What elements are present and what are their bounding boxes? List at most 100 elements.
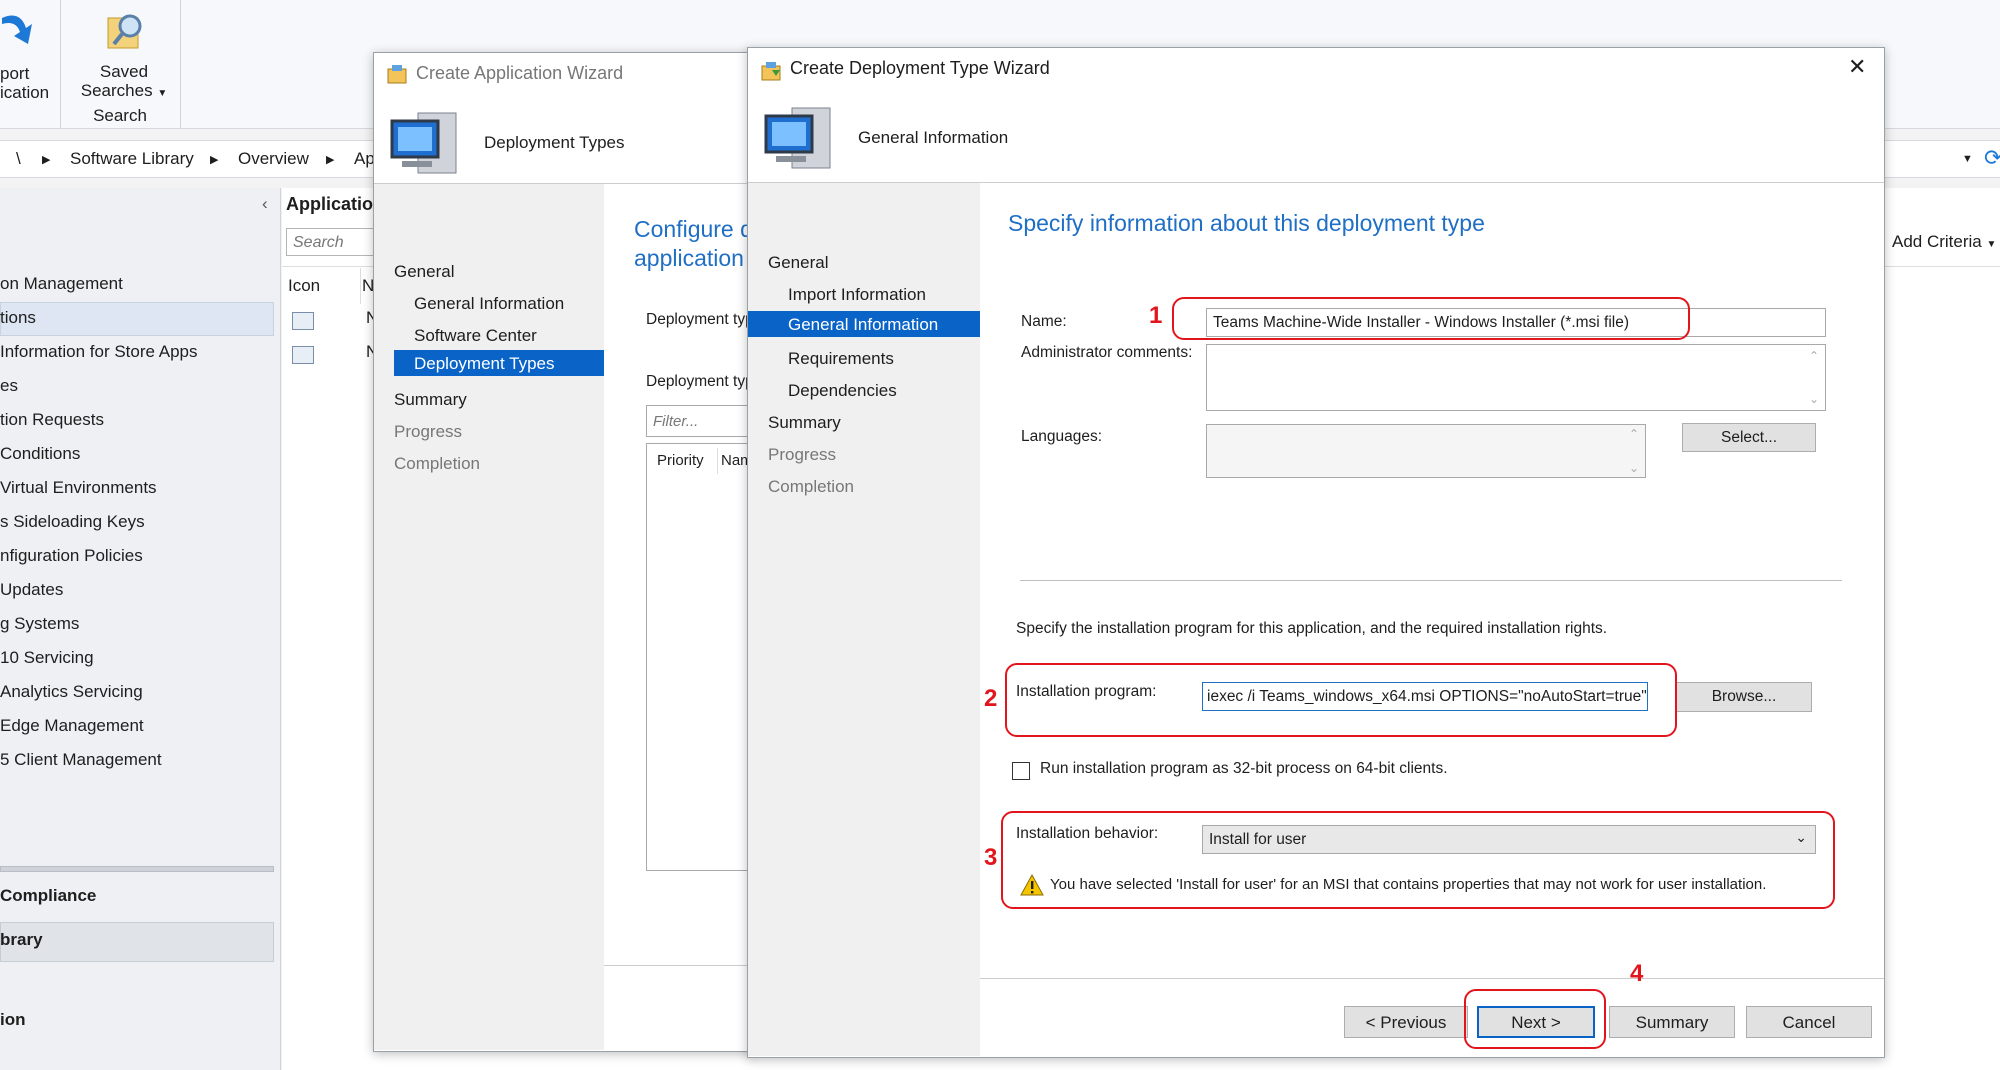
dt-wizard-steps: General Import Information General Infor… (748, 183, 980, 1056)
breadcrumb-overview[interactable]: Overview (238, 149, 309, 169)
summary-button[interactable]: Summary (1609, 1006, 1735, 1038)
import-arrow-icon (2, 15, 32, 44)
computer-monitor-icon (764, 107, 831, 169)
step-dependencies[interactable]: Dependencies (788, 381, 897, 401)
nav-item[interactable]: Updates (0, 580, 63, 600)
content-title-line-1: Configure d (634, 216, 753, 242)
languages-list[interactable]: ⌃ ⌄ (1206, 424, 1646, 478)
admin-comments-input[interactable]: ⌃ ⌄ (1206, 344, 1826, 411)
nav-item[interactable]: Edge Management (0, 716, 144, 736)
app-wizard-content-title: Configure d application (634, 215, 753, 273)
annotation-number-1: 1 (1149, 302, 1163, 329)
step-progress: Progress (394, 422, 463, 441)
admin-comments-label: Administrator comments: (1021, 344, 1193, 361)
create-application-wizard-window: Create Application Wizard Deployment Typ… (373, 52, 755, 1052)
nav-item[interactable]: nfiguration Policies (0, 546, 143, 566)
list-title: Application (286, 194, 384, 214)
nav-item[interactable]: Virtual Environments (0, 478, 157, 498)
nav-software-library[interactable]: brary (0, 930, 43, 950)
step-general-information[interactable]: General Information (414, 294, 564, 314)
collapse-icon[interactable]: ‹ (262, 194, 268, 214)
dropdown-arrow-icon: ▼ (157, 88, 168, 99)
nav-item[interactable]: tion Requests (0, 410, 104, 430)
dt-content-title: Specify information about this deploymen… (1008, 210, 1485, 236)
column-header-icon[interactable]: Icon (288, 276, 320, 296)
languages-label: Languages: (1021, 428, 1103, 445)
saved-searches-button[interactable]: Saved Searches ▼ (76, 6, 176, 101)
step-import-information[interactable]: Import Information (788, 285, 926, 305)
previous-button[interactable]: < Previous (1344, 1006, 1468, 1038)
saved-label-2: Searches (80, 81, 153, 100)
wizard-app-icon (386, 63, 408, 90)
step-progress: Progress (768, 445, 837, 464)
computer-monitor-icon (390, 112, 457, 174)
select-languages-button[interactable]: Select... (1682, 423, 1816, 452)
column-header-priority[interactable]: Priority (657, 452, 704, 469)
nav-selection-highlight (0, 302, 274, 336)
nav-monitoring[interactable]: ion (0, 1010, 26, 1030)
nav-item[interactable]: Information for Store Apps (0, 342, 198, 362)
scroll-up-icon[interactable]: ⌃ (1629, 427, 1639, 441)
annotation-number-2: 2 (984, 685, 998, 712)
name-label: Name: (1021, 313, 1067, 330)
annotation-box-install-program (1005, 663, 1677, 737)
column-divider (360, 268, 361, 304)
nav-item[interactable]: Analytics Servicing (0, 682, 143, 702)
refresh-icon[interactable]: ⟳ (1984, 145, 2000, 171)
breadcrumb-root[interactable]: \ (16, 149, 21, 169)
run-32bit-checkbox[interactable] (1012, 762, 1030, 780)
step-general[interactable]: General (768, 253, 828, 273)
step-requirements[interactable]: Requirements (788, 349, 894, 369)
chevron-right-icon: ▶ (42, 154, 51, 166)
footer-divider (604, 965, 754, 966)
cancel-button[interactable]: Cancel (1746, 1006, 1872, 1038)
add-criteria-button[interactable]: Add Criteria ▼ (1892, 232, 1996, 252)
search-group-label: Search (93, 106, 147, 125)
nav-item[interactable]: Conditions (0, 444, 80, 464)
annotation-box-name (1172, 297, 1690, 340)
section-divider (1020, 580, 1842, 581)
scroll-down-icon[interactable]: ⌄ (1809, 392, 1819, 406)
step-general[interactable]: General (394, 262, 454, 282)
step-completion: Completion (394, 454, 480, 473)
scroll-down-icon[interactable]: ⌄ (1629, 461, 1639, 475)
import-application-button[interactable]: port ication (0, 6, 56, 102)
nav-item[interactable]: g Systems (0, 614, 79, 634)
wizard-app-icon (760, 60, 782, 87)
saved-label-2-wrap: Searches ▼ (76, 81, 172, 103)
step-software-center[interactable]: Software Center (414, 326, 537, 346)
add-criteria-label: Add Criteria (1892, 232, 1982, 251)
column-divider (717, 448, 718, 474)
app-wizard-header: Deployment Types (484, 133, 625, 152)
footer-divider (980, 978, 1884, 979)
step-summary[interactable]: Summary (768, 413, 841, 433)
annotation-number-3: 3 (984, 844, 998, 871)
step-deployment-types[interactable]: Deployment Types (414, 354, 554, 374)
saved-searches-icon (107, 14, 142, 49)
step-general-information[interactable]: General Information (788, 315, 938, 335)
close-icon[interactable]: ✕ (1848, 54, 1866, 80)
nav-splitter[interactable] (0, 866, 274, 872)
breadcrumb-software-library[interactable]: Software Library (70, 149, 194, 169)
import-label-2: ication (0, 83, 50, 102)
nav-item[interactable]: es (0, 376, 18, 396)
application-row-icon (292, 312, 314, 330)
annotation-box-install-behavior (1001, 811, 1835, 909)
deployment-types-list[interactable]: Priority Nam (646, 443, 754, 871)
nav-item[interactable]: on Management (0, 274, 123, 294)
nav-item[interactable]: 10 Servicing (0, 648, 94, 668)
dropdown-arrow-icon[interactable]: ▼ (1962, 153, 1973, 165)
install-info-text: Specify the installation program for thi… (1016, 620, 1608, 637)
nav-item[interactable]: s Sideloading Keys (0, 512, 145, 532)
import-label-1: port (0, 64, 30, 83)
scroll-up-icon[interactable]: ⌃ (1809, 349, 1819, 363)
browse-button[interactable]: Browse... (1676, 682, 1812, 712)
nav-assets-and-compliance[interactable]: Compliance (0, 886, 96, 906)
app-wizard-steps: General General Information Software Cen… (374, 184, 604, 1050)
breadcrumb-applications[interactable]: Ap (354, 149, 375, 169)
filter-input[interactable]: Filter... (646, 405, 754, 437)
step-summary[interactable]: Summary (394, 390, 467, 410)
nav-item[interactable]: 5 Client Management (0, 750, 162, 770)
annotation-number-4: 4 (1630, 960, 1644, 987)
nav-item[interactable]: tions (0, 308, 36, 328)
